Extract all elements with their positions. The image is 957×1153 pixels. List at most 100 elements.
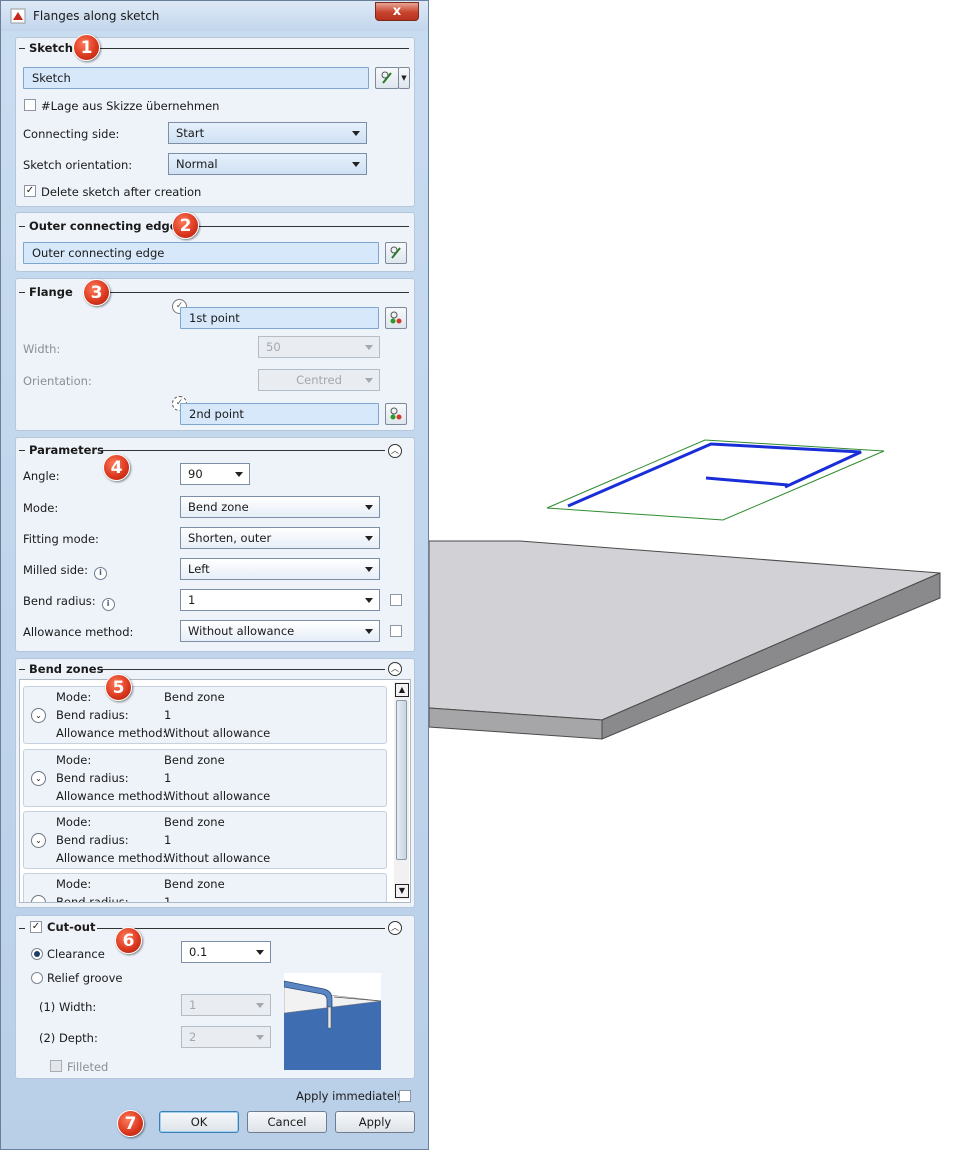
milled-side-select[interactable]: Left [180,558,380,580]
filleted-checkbox[interactable] [50,1060,62,1072]
apply-immediately-label: Apply immediately [296,1089,404,1103]
zone-mode-value: Bend zone [164,877,225,891]
outer-edge-field[interactable]: Outer connecting edge [23,242,379,264]
expand-icon[interactable]: ⌄ [31,708,46,723]
parameters-header: Parameters [29,443,104,457]
bend-zone-item[interactable]: ⌄ Mode: Bend zone Bend radius: 1 Allowan… [23,749,387,807]
scrollbar-thumb[interactable] [396,700,407,860]
milled-side-label-text: Milled side: [23,563,88,577]
flange-width-value: 50 [266,340,281,354]
zone-radius-label: Bend radius: [56,833,129,847]
sketch-inner-line[interactable] [705,476,789,487]
second-point-pick-button[interactable] [385,403,407,425]
bend-zone-item[interactable]: ⌄ Mode: Bend zone Bend radius: 1 Allowan… [23,686,387,744]
clearance-label: Clearance [47,947,105,961]
point-pick-icon [390,311,402,324]
first-point-pick-button[interactable] [385,307,407,329]
zone-radius-label: Bend radius: [56,708,129,722]
sketch-pick-button[interactable] [375,67,399,89]
scroll-down-icon[interactable]: ▼ [395,884,409,898]
first-point-field[interactable]: 1st point [180,307,379,329]
apply-button[interactable]: Apply [335,1111,415,1133]
sketch-orientation-select[interactable]: Normal [168,153,367,175]
info-icon[interactable]: i [101,598,115,611]
badge-3: 3 [83,279,110,306]
zone-radius-label: Bend radius: [56,895,129,903]
expand-icon[interactable]: ⌄ [31,771,46,786]
sketch-header: Sketch [29,41,73,55]
connecting-side-select[interactable]: Start [168,122,367,144]
bend-zones-collapse-icon[interactable]: ︿ [388,662,402,676]
sketch-pick-dropdown[interactable]: ▼ [398,67,410,89]
zone-radius-label: Bend radius: [56,771,129,785]
allowance-method-value: Without allowance [188,624,295,638]
cutout-width-select[interactable]: 1 [181,994,271,1016]
clearance-value: 0.1 [189,945,208,959]
apply-immediately-checkbox[interactable] [399,1090,411,1102]
mode-select[interactable]: Bend zone [180,496,380,518]
window-title: Flanges along sketch [33,9,160,23]
expand-icon[interactable]: ⌄ [31,895,46,902]
delete-sketch-checkbox[interactable]: ✓ [24,185,36,197]
title-bar[interactable]: Flanges along sketch x [1,1,428,31]
angle-value: 90 [188,467,203,481]
close-button[interactable]: x [375,2,419,21]
fitting-mode-label: Fitting mode: [23,532,99,546]
flange-header: Flange [29,285,73,299]
parameters-collapse-icon[interactable]: ︿ [388,444,402,458]
flange-width-select[interactable]: 50 [258,336,380,358]
dropdown-arrow-icon [365,598,373,603]
bend-zone-item[interactable]: ⌄ Mode: Bend zone Bend radius: 1 Allowan… [23,811,387,869]
dropdown-arrow-icon [365,629,373,634]
fitting-mode-value: Shorten, outer [188,531,272,545]
sketch-orientation-label: Sketch orientation: [23,158,133,172]
fitting-mode-select[interactable]: Shorten, outer [180,527,380,549]
cancel-button[interactable]: Cancel [247,1111,327,1133]
zone-radius-value: 1 [164,833,172,847]
sketch-polyline[interactable] [567,442,862,508]
dropdown-arrow-icon [365,345,373,350]
info-icon[interactable]: i [93,567,107,580]
cutout-checkbox[interactable]: ✓ [30,921,42,933]
outer-edge-header: Outer connecting edge [29,219,178,233]
allowance-method-select[interactable]: Without allowance [180,620,380,642]
expand-icon[interactable]: ⌄ [31,833,46,848]
dropdown-arrow-icon [256,1003,264,1008]
delete-sketch-label: Delete sketch after creation [41,185,202,199]
scroll-up-icon[interactable]: ▲ [395,683,409,697]
cutout-collapse-icon[interactable]: ︿ [388,921,402,935]
flange-orientation-select[interactable]: Centred [258,369,380,391]
clearance-select[interactable]: 0.1 [181,941,271,963]
milled-side-label: Milled side: i [23,563,107,580]
dropdown-arrow-icon [365,536,373,541]
mode-value: Bend zone [188,500,249,514]
dropdown-arrow-icon [235,472,243,477]
relief-groove-radio[interactable] [31,972,43,984]
angle-select[interactable]: 90 [180,463,250,485]
cutout-depth-select[interactable]: 2 [181,1026,271,1048]
ok-button[interactable]: OK [159,1111,239,1133]
bend-radius-select[interactable]: 1 [180,589,380,611]
pick-pointer-icon [390,246,401,259]
zone-radius-value: 1 [164,895,172,903]
second-point-field[interactable]: 2nd point [180,403,379,425]
clearance-radio[interactable] [31,948,43,960]
zone-radius-value: 1 [164,771,172,785]
sketch-field[interactable]: Sketch [23,67,369,89]
zone-allowance-value: Without allowance [164,789,271,803]
bend-zones-list[interactable]: ⌄ Mode: Bend zone Bend radius: 1 Allowan… [19,679,411,903]
bend-zones-header: Bend zones [29,662,104,676]
badge-7: 7 [117,1110,144,1137]
lage-checkbox[interactable] [24,99,36,111]
allowance-method-checkbox[interactable] [390,625,402,637]
bend-radius-checkbox[interactable] [390,594,402,606]
app-logo-icon [10,8,26,24]
sketch-orientation-value: Normal [176,157,218,171]
cutout-width-label: (1) Width: [39,1000,97,1014]
lage-label: #Lage aus Skizze übernehmen [41,99,220,113]
flange-width-label: Width: [23,342,61,356]
connecting-side-label: Connecting side: [23,127,120,141]
outer-edge-pick-button[interactable] [385,242,407,264]
bend-zone-item[interactable]: ⌄ Mode: Bend zone Bend radius: 1 [23,873,387,903]
cutout-preview-image [284,973,381,1070]
